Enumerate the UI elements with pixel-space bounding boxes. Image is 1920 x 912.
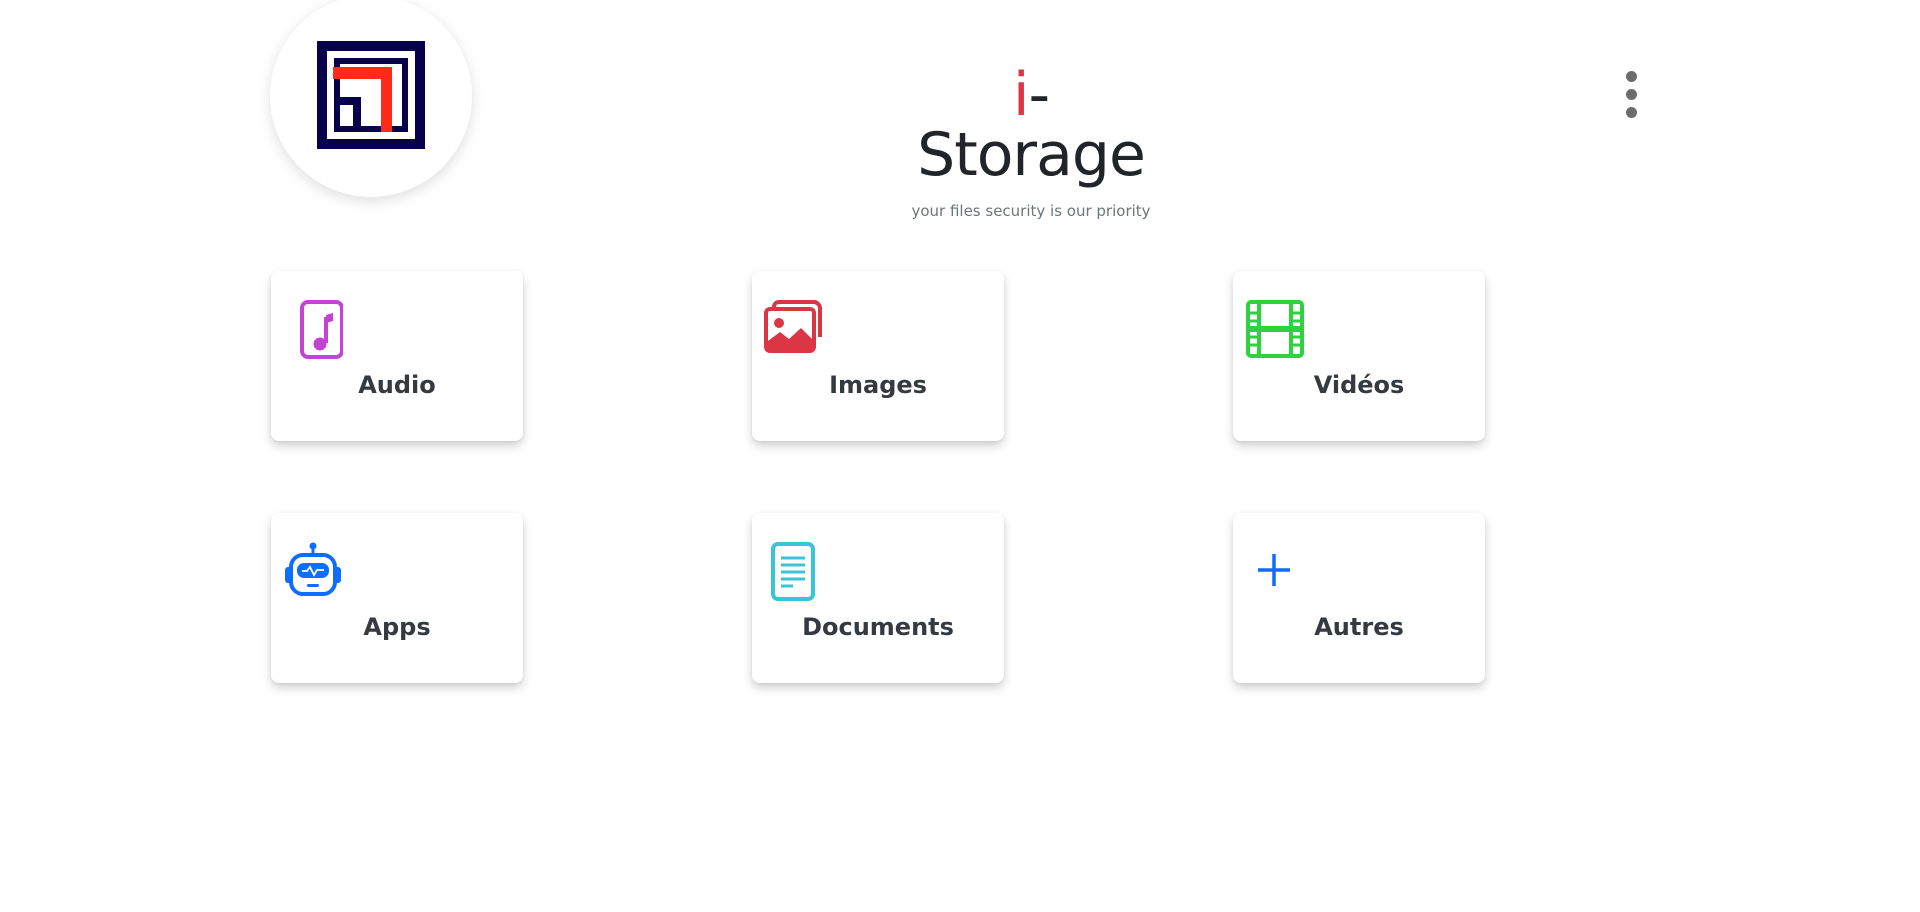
- app-title-rest: -Storage: [917, 60, 1146, 190]
- file-text-icon: [771, 542, 815, 601]
- category-label: Apps: [363, 613, 431, 641]
- menu-dot: [1626, 71, 1637, 82]
- category-card-audio[interactable]: Audio: [271, 271, 523, 441]
- category-card-autres[interactable]: Autres: [1233, 513, 1485, 683]
- images-icon: [764, 300, 822, 353]
- category-card-documents[interactable]: Documents: [752, 513, 1004, 683]
- plus-icon: [1258, 554, 1290, 586]
- film-icon: [1246, 300, 1304, 358]
- category-card-images[interactable]: Images: [752, 271, 1004, 441]
- more-vertical-icon[interactable]: [1620, 68, 1642, 120]
- logo-mark: [317, 41, 425, 149]
- logo[interactable]: [270, 0, 472, 197]
- file-music-icon: [300, 300, 343, 359]
- robot-icon: [285, 542, 341, 596]
- menu-dot: [1626, 107, 1637, 118]
- category-card-apps[interactable]: Apps: [271, 513, 523, 683]
- menu-dot: [1626, 89, 1637, 100]
- brand: i-Storage your files security is our pri…: [900, 65, 1162, 220]
- category-label: Images: [829, 371, 927, 399]
- category-label: Documents: [802, 613, 954, 641]
- category-card-videos[interactable]: Vidéos: [1233, 271, 1485, 441]
- category-label: Audio: [358, 371, 436, 399]
- category-label: Autres: [1314, 613, 1404, 641]
- app-tagline: your files security is our priority: [911, 202, 1151, 220]
- home-page: i-Storage your files security is our pri…: [0, 0, 1920, 912]
- category-label: Vidéos: [1313, 371, 1405, 399]
- app-title: i-Storage: [900, 65, 1162, 185]
